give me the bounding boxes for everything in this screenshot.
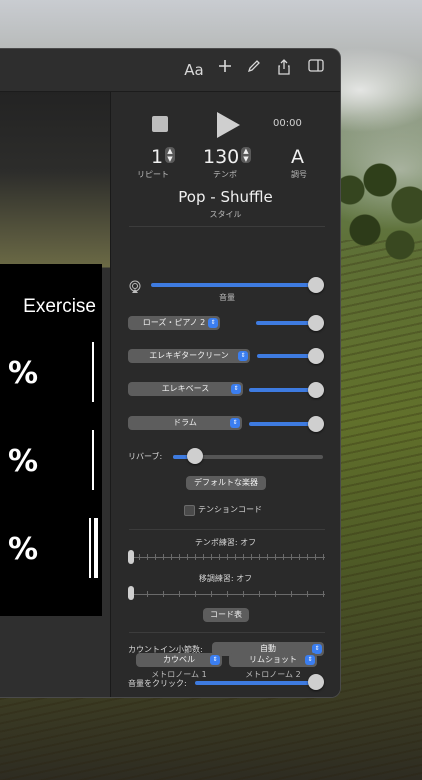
chevron-updown-icon: ⇕ bbox=[305, 655, 315, 665]
repeat-sign-text: % bbox=[8, 444, 39, 479]
instrument-select-3-value: エレキベース bbox=[161, 384, 210, 393]
chord-chart-button[interactable]: コード表 bbox=[203, 608, 249, 622]
instrument-select-1-value: ローズ・ピアノ 2 bbox=[142, 318, 206, 327]
app-window: Aa Exercise % % % 00:00 1 ▲ ▼ リピート 130 ▲… bbox=[0, 48, 341, 698]
barline bbox=[92, 342, 94, 402]
instrument-slider-1-knob[interactable] bbox=[308, 315, 324, 331]
divider bbox=[129, 632, 325, 633]
tempo-practice-knob[interactable] bbox=[128, 550, 134, 564]
key-label: 調号 bbox=[291, 170, 307, 179]
font-button-label: Aa bbox=[184, 61, 204, 79]
stop-button[interactable] bbox=[152, 116, 168, 132]
divider bbox=[129, 226, 325, 227]
style-name[interactable]: Pop - Shuffle bbox=[111, 188, 340, 206]
final-barline-thin bbox=[89, 518, 91, 578]
metronome-2-value: リムショット bbox=[249, 655, 297, 664]
metronome-2-label: メトロノーム 2 bbox=[245, 670, 301, 679]
volume-slider[interactable] bbox=[151, 283, 315, 287]
repeat-label: リピート bbox=[137, 170, 169, 179]
repeat-measure-2: % bbox=[8, 444, 38, 479]
repeat-stepper[interactable]: ▲ ▼ bbox=[165, 147, 175, 163]
instrument-slider-3[interactable] bbox=[249, 388, 315, 392]
default-instruments-button[interactable]: デフォルトな楽器 bbox=[186, 476, 266, 490]
reverb-label: リバーブ: bbox=[128, 452, 163, 461]
chord-sheet: Exercise % % % bbox=[0, 264, 102, 616]
font-icon[interactable]: Aa bbox=[184, 59, 204, 81]
style-label: スタイル bbox=[209, 210, 242, 219]
instrument-select-2-value: エレキギタークリーン bbox=[149, 351, 229, 360]
settings-panel: 00:00 1 ▲ ▼ リピート 130 ▲ ▼ テンポ A 調号 Pop - Sh… bbox=[111, 92, 340, 697]
tempo-label: テンポ bbox=[213, 170, 237, 179]
metronome-1-value: カウベル bbox=[163, 655, 195, 664]
divider bbox=[129, 529, 325, 530]
repeat-sign-text: % bbox=[8, 532, 39, 567]
airplay-icon[interactable] bbox=[128, 279, 142, 298]
tempo-practice-slider[interactable] bbox=[131, 552, 325, 562]
barline bbox=[92, 430, 94, 490]
volume-slider-knob[interactable] bbox=[308, 277, 324, 293]
transpose-practice-label: 移調練習: オフ bbox=[198, 574, 253, 583]
transpose-practice-knob[interactable] bbox=[128, 586, 134, 600]
metronome-1-select[interactable]: カウベル ⇕ bbox=[136, 653, 222, 667]
reverb-slider-knob[interactable] bbox=[187, 448, 203, 464]
chevron-updown-icon: ⇕ bbox=[238, 351, 248, 361]
add-icon[interactable] bbox=[216, 59, 234, 81]
instrument-slider-2[interactable] bbox=[257, 354, 315, 358]
toolbar: Aa bbox=[0, 49, 340, 92]
chevron-updown-icon: ⇕ bbox=[231, 384, 241, 394]
time-display: 00:00 bbox=[273, 118, 302, 129]
play-button[interactable] bbox=[215, 111, 241, 143]
instrument-slider-1[interactable] bbox=[256, 321, 316, 325]
instrument-slider-4-knob[interactable] bbox=[308, 416, 324, 432]
instrument-select-4[interactable]: ドラム ⇕ bbox=[128, 416, 242, 430]
click-volume-slider[interactable] bbox=[195, 681, 315, 685]
repeat-measure-3: % bbox=[8, 532, 38, 567]
repeat-value: 1 bbox=[151, 146, 164, 168]
instrument-slider-2-knob[interactable] bbox=[308, 348, 324, 364]
sidebar-icon[interactable] bbox=[306, 59, 326, 81]
final-barline-thick bbox=[94, 518, 98, 578]
repeat-sign-text: % bbox=[8, 356, 39, 391]
sheet-title: Exercise bbox=[23, 296, 96, 317]
chevron-updown-icon: ⇕ bbox=[210, 655, 220, 665]
metronome-1-label: メトロノーム 1 bbox=[151, 670, 207, 679]
tempo-stepper[interactable]: ▲ ▼ bbox=[241, 147, 251, 163]
tension-code-label: テンションコード bbox=[198, 505, 262, 514]
instrument-slider-3-knob[interactable] bbox=[308, 382, 324, 398]
key-value[interactable]: A bbox=[291, 146, 304, 168]
metronome-2-select[interactable]: リムショット ⇕ bbox=[229, 653, 317, 667]
instrument-slider-4[interactable] bbox=[249, 422, 315, 426]
count-in-value: 自動 bbox=[260, 644, 276, 653]
instrument-select-4-value: ドラム bbox=[173, 418, 197, 427]
transpose-practice-slider[interactable] bbox=[131, 589, 325, 599]
tension-code-checkbox[interactable] bbox=[184, 505, 195, 516]
chevron-updown-icon: ⇕ bbox=[208, 318, 218, 328]
instrument-select-1[interactable]: ローズ・ピアノ 2 ⇕ bbox=[128, 316, 220, 330]
instrument-select-2[interactable]: エレキギタークリーン ⇕ bbox=[128, 349, 250, 363]
chevron-updown-icon: ⇕ bbox=[230, 418, 240, 428]
tempo-value: 130 bbox=[203, 146, 240, 168]
song-view: Exercise % % % bbox=[0, 92, 111, 697]
volume-label: 音量 bbox=[219, 293, 235, 302]
background-trees bbox=[330, 150, 422, 260]
share-icon[interactable] bbox=[275, 59, 293, 81]
pencil-icon[interactable] bbox=[245, 59, 263, 81]
tempo-practice-label: テンポ練習: オフ bbox=[194, 538, 257, 547]
instrument-select-3[interactable]: エレキベース ⇕ bbox=[128, 382, 243, 396]
repeat-measure-1: % bbox=[8, 356, 38, 391]
